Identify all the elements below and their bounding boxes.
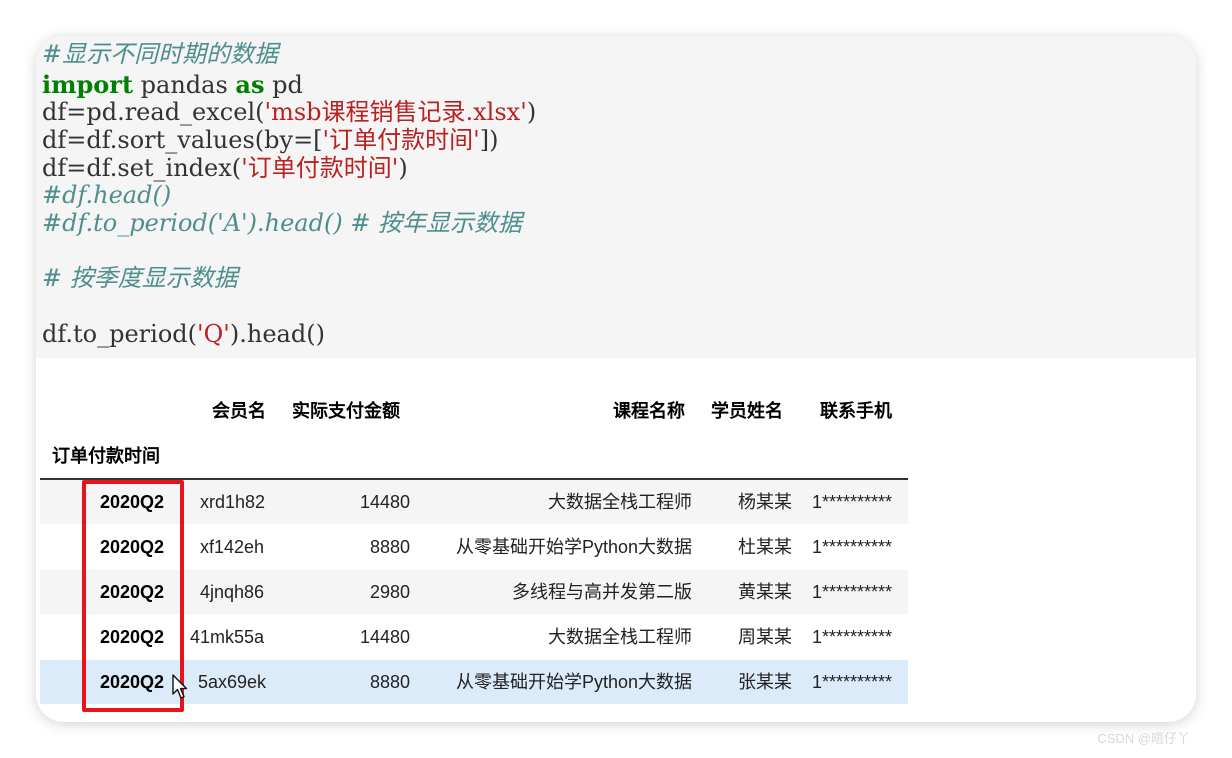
code-line-8: # 按季度显示数据: [42, 264, 238, 292]
code-line-9: df.to_period('Q').head(): [42, 320, 325, 348]
amount-cell: 14480: [359, 627, 410, 647]
code-line-3: df=pd.read_excel('msb课程销售记录.xlsx'): [42, 98, 536, 126]
course-cell: 大数据全栈工程师: [548, 627, 692, 647]
code-comment: #df.to_period('A').head() # 按年显示数据: [42, 209, 523, 237]
member-cell: xf142eh: [200, 537, 265, 557]
code-text: df=pd.read_excel(: [42, 98, 265, 126]
phone-cell: 1**********: [812, 537, 893, 557]
student-cell: 杨某某: [738, 492, 792, 512]
column-header-student: 学员姓名: [711, 401, 783, 421]
phone-cell: 1**********: [812, 627, 893, 647]
amount-cell: 2980: [369, 582, 410, 602]
index-header: 订单付款时间: [52, 446, 160, 466]
code-string: '订单付款时间': [322, 126, 480, 154]
code-keyword: import: [42, 70, 134, 99]
code-text: df.to_period(: [42, 320, 198, 348]
column-header-course: 课程名称: [613, 401, 685, 421]
column-header-phone: 联系手机: [820, 401, 892, 421]
amount-cell: 8880: [369, 672, 410, 692]
watermark: CSDN @晤仔丫: [1097, 731, 1190, 746]
code-string: 'msb课程销售记录.xlsx': [264, 98, 527, 126]
column-header-member: 会员名: [212, 401, 266, 421]
course-cell: 从零基础开始学Python大数据: [455, 537, 692, 557]
code-text: ): [526, 98, 537, 126]
code-text: ): [398, 154, 408, 182]
amount-cell: 14480: [359, 492, 410, 512]
code-line-5: df=df.set_index('订单付款时间'): [42, 154, 408, 182]
phone-cell: 1**********: [812, 672, 893, 692]
code-text: pd: [264, 71, 303, 99]
member-cell: 4jnqh86: [200, 582, 265, 602]
code-string: 'Q': [197, 320, 230, 348]
code-line-2: import pandas as pd: [42, 70, 303, 100]
code-text: ]): [479, 126, 499, 154]
column-header-amount: 实际支付金额: [292, 401, 400, 421]
student-cell: 周某某: [738, 627, 792, 647]
phone-cell: 1**********: [812, 582, 893, 602]
code-comment: # 按季度显示数据: [42, 264, 238, 292]
code-line-7: #df.to_period('A').head() # 按年显示数据: [42, 209, 522, 237]
member-cell: xrd1h82: [200, 492, 266, 512]
student-cell: 张某某: [738, 672, 792, 692]
code-line-1: #显示不同时期的数据: [42, 40, 278, 68]
notebook-card: #显示不同时期的数据 import pandas as pd df=pd.rea…: [36, 36, 1196, 722]
code-text: ).head(): [229, 320, 325, 348]
course-cell: 大数据全栈工程师: [548, 492, 692, 512]
code-line-4: df=df.sort_values(by=['订单付款时间']): [42, 126, 498, 154]
phone-cell: 1**********: [812, 492, 893, 512]
student-cell: 杜某某: [738, 537, 792, 557]
code-comment: #df.head(): [42, 181, 172, 209]
code-text: df=df.sort_values(by=[: [42, 126, 323, 154]
amount-cell: 8880: [369, 537, 410, 557]
member-cell: 5ax69ek: [198, 672, 267, 692]
course-cell: 从零基础开始学Python大数据: [455, 672, 692, 692]
code-text: df=df.set_index(: [42, 154, 242, 182]
code-string: '订单付款时间': [241, 154, 399, 182]
course-cell: 多线程与高并发第二版: [512, 582, 692, 602]
code-keyword: as: [235, 70, 265, 99]
student-cell: 黄某某: [738, 582, 792, 602]
member-cell: 41mk55a: [190, 627, 265, 647]
mouse-cursor-icon: [172, 674, 188, 699]
code-cell[interactable]: #显示不同时期的数据 import pandas as pd df=pd.rea…: [36, 36, 1196, 358]
code-text: pandas: [133, 71, 236, 99]
code-comment: #显示不同时期的数据: [42, 40, 279, 68]
code-line-6: #df.head(): [42, 181, 171, 209]
red-highlight-box: [82, 480, 184, 712]
